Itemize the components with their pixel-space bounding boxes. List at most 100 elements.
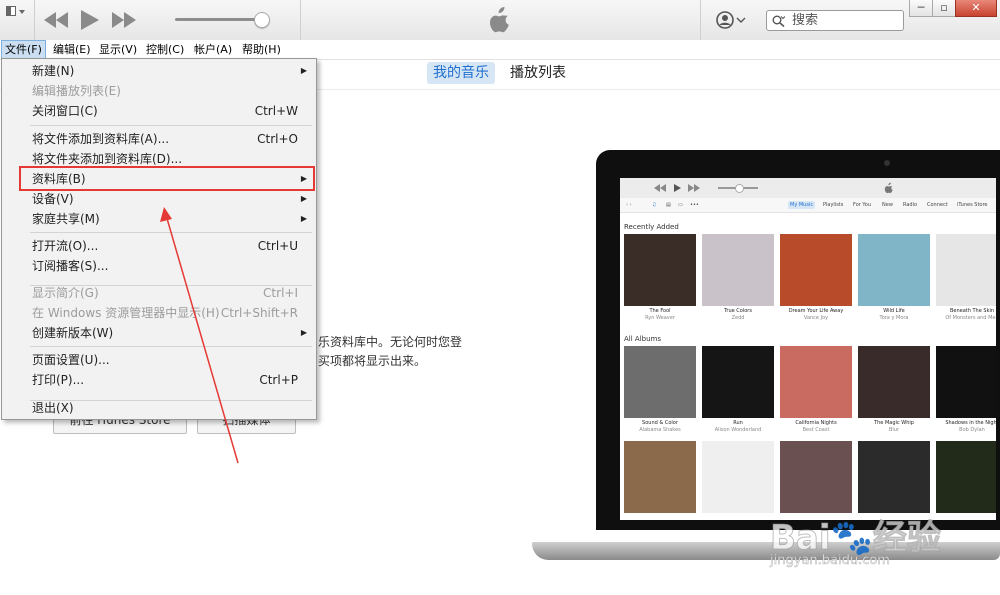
album-artist: Alabama Shakes — [639, 427, 681, 433]
file-menu-item-show-in-explorer: 在 Windows 资源管理器中显示(H) Ctrl+Shift+R — [2, 303, 316, 323]
menu-item-label: 关闭窗口(C) — [32, 104, 98, 118]
file-menu-item-exit[interactable]: 退出(X) — [2, 398, 316, 418]
search-input[interactable]: 搜索 — [766, 10, 904, 31]
menu-item-label: 设备(V) — [32, 192, 74, 206]
album-title: The Fool — [649, 308, 671, 314]
album-artist: Ryn Weaver — [645, 315, 675, 321]
album-cover — [936, 441, 996, 513]
mini-nav-store: iTunes Store — [957, 202, 988, 208]
album-cover — [702, 234, 774, 306]
all-albums-heading: All Albums — [624, 335, 661, 343]
album-cover — [624, 234, 696, 306]
menu-item-shortcut: Ctrl+U — [257, 239, 298, 253]
menu-item-label: 打印(P)... — [32, 373, 85, 387]
menu-item-label: 编辑播放列表(E) — [32, 84, 121, 98]
volume-slider[interactable] — [175, 18, 263, 21]
menu-view[interactable]: 显示(V) — [96, 40, 140, 59]
album-title: Sound & Color — [642, 420, 678, 426]
album-artist: Blur — [888, 427, 900, 433]
empty-library-text-1: 乐资料库中。无论何时您登 — [318, 335, 463, 349]
menu-item-label: 页面设置(U)... — [32, 353, 110, 367]
menu-item-label: 在 Windows 资源管理器中显示(H) — [32, 306, 220, 320]
file-menu-item-get-info: 显示简介(G) Ctrl+I — [2, 283, 316, 303]
watermark-paw-icon: 🐾 — [830, 518, 873, 559]
mini-player-bar — [620, 178, 996, 199]
search-placeholder: 搜索 — [792, 13, 819, 28]
menu-file[interactable]: 文件(F) — [1, 40, 46, 59]
tab-playlists[interactable]: 播放列表 — [510, 62, 566, 84]
recently-added-heading: Recently Added — [624, 223, 679, 231]
album-cover — [780, 441, 852, 513]
file-menu-item-subscribe-podcast[interactable]: 订阅播客(S)... — [2, 256, 316, 276]
mini-nav-connect: Connect — [927, 202, 948, 208]
file-menu-item-add-file[interactable]: 将文件添加到资料库(A)... Ctrl+O — [2, 129, 316, 149]
watermark-brand: Bai — [770, 518, 832, 559]
close-button[interactable]: ✕ — [955, 0, 997, 17]
apple-logo-icon — [489, 7, 509, 33]
album-title: California Nights — [795, 420, 837, 426]
album-artist: Alison Wonderland — [714, 427, 762, 433]
album-title: Beneath The Skin — [949, 308, 995, 314]
menu-item-label: 退出(X) — [32, 401, 74, 415]
album-artist: Zedd — [731, 315, 745, 321]
mini-nav-for-you: For You — [853, 202, 872, 208]
menu-item-label: 将文件添加到资料库(A)... — [32, 132, 170, 146]
watermark-brand2: 经验 — [872, 518, 941, 559]
menu-item-shortcut: Ctrl+I — [263, 286, 298, 300]
empty-library-text-2: 买项都将显示出来。 — [318, 354, 427, 368]
library-highlight-box — [19, 166, 315, 191]
menu-edit[interactable]: 编辑(E) — [50, 40, 94, 59]
file-menu-item-close-window[interactable]: 关闭窗口(C) Ctrl+W — [2, 101, 316, 121]
file-menu-item-create-version[interactable]: 创建新版本(W) ▶ — [2, 323, 316, 343]
album-artist: Of Monsters and Men — [945, 315, 996, 321]
laptop-screen: ‹ › ♫ ▤ ▭ ••• My Music Playlists For You N… — [620, 178, 996, 520]
album-cover — [858, 441, 930, 513]
menu-item-shortcut: Ctrl+P — [259, 373, 298, 387]
menu-controls[interactable]: 控制(C) — [143, 40, 187, 59]
miniplayer-icon[interactable] — [6, 6, 26, 18]
menu-item-label: 新建(N) — [32, 64, 75, 78]
file-menu-item-new[interactable]: 新建(N) ▶ — [2, 61, 316, 81]
file-menu-item-devices[interactable]: 设备(V) ▶ — [2, 189, 316, 209]
baidu-watermark: Bai🐾经验 jingyan.baidu.com — [770, 510, 1000, 575]
album-cover — [624, 346, 696, 418]
previous-icon[interactable] — [44, 12, 68, 28]
menu-account[interactable]: 帐户(A) — [191, 40, 235, 59]
mini-nav-bar: ‹ › ♫ ▤ ▭ ••• My Music Playlists For You N… — [620, 198, 996, 213]
file-menu-item-home-sharing[interactable]: 家庭共享(M) ▶ — [2, 209, 316, 229]
menu-item-shortcut: Ctrl+O — [257, 132, 298, 146]
file-menu-item-print[interactable]: 打印(P)... Ctrl+P — [2, 370, 316, 390]
file-menu-item-open-stream[interactable]: 打开流(O)... Ctrl+U — [2, 236, 316, 256]
player-bar: 搜索 ─ ▫ ✕ — [0, 0, 1000, 41]
file-menu-dropdown: 新建(N) ▶ 编辑播放列表(E) 关闭窗口(C) Ctrl+W 将文件添加到资料库(A)… — [1, 58, 317, 420]
album-title: Dream Your Life Away — [788, 308, 844, 314]
file-menu-item-page-setup[interactable]: 页面设置(U)... — [2, 350, 316, 370]
next-icon[interactable] — [112, 12, 136, 28]
maximize-button[interactable]: ▫ — [932, 0, 956, 17]
mini-nav-my-music: My Music — [788, 201, 816, 209]
album-title: Wild Life — [883, 308, 905, 314]
menu-item-label: 订阅播客(S)... — [32, 259, 109, 273]
play-icon[interactable] — [81, 10, 99, 30]
mini-nav-radio: Radio — [903, 202, 918, 208]
watermark-url: jingyan.baidu.com — [770, 553, 890, 569]
album-title: True Colors — [724, 308, 752, 314]
album-cover — [858, 234, 930, 306]
volume-slider-knob[interactable] — [254, 12, 270, 28]
menu-item-shortcut: Ctrl+W — [254, 104, 298, 118]
search-icon — [772, 15, 785, 27]
menu-help[interactable]: 帮助(H) — [239, 40, 284, 59]
album-cover — [702, 346, 774, 418]
album-cover — [780, 234, 852, 306]
menu-item-shortcut: Ctrl+Shift+R — [220, 306, 298, 320]
tab-my-music[interactable]: 我的音乐 — [427, 62, 495, 84]
album-cover — [780, 346, 852, 418]
album-cover — [702, 441, 774, 513]
album-title: The Magic Whip — [874, 420, 914, 426]
account-icon[interactable] — [716, 10, 746, 30]
minimize-button[interactable]: ─ — [909, 0, 933, 17]
mini-nav-playlists: Playlists — [823, 202, 844, 208]
menu-item-label: 显示简介(G) — [32, 286, 99, 300]
album-cover — [858, 346, 930, 418]
laptop-illustration: ‹ › ♫ ▤ ▭ ••• My Music Playlists For You N… — [596, 150, 1000, 530]
